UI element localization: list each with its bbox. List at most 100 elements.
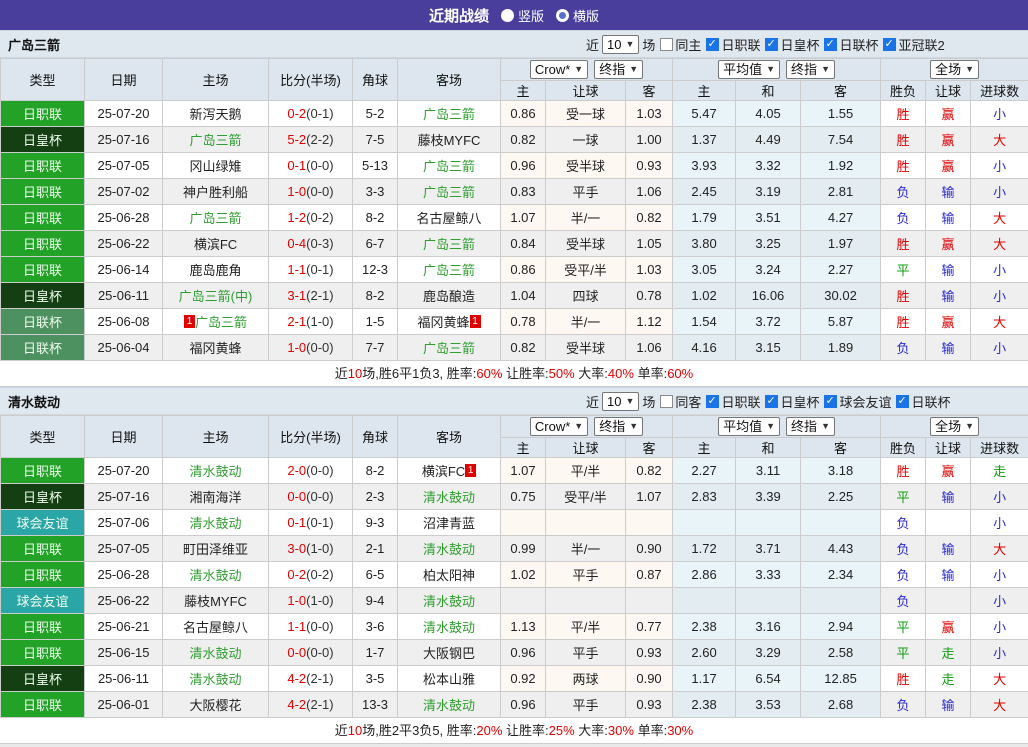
fulltime-score[interactable]: 4-2 (287, 671, 306, 686)
score-cell[interactable]: 1-1(0-1) (269, 257, 353, 283)
home-team-link[interactable]: 广岛三箭 (189, 133, 241, 148)
score-cell[interactable]: 1-0(1-0) (269, 588, 353, 614)
home-team-link[interactable]: 藤枝MYFC (184, 594, 247, 609)
average-mode-select[interactable]: 终指▼ (786, 417, 835, 436)
score-cell[interactable]: 3-0(1-0) (269, 536, 353, 562)
fulltime-score[interactable]: 0-2 (287, 567, 306, 582)
score-cell[interactable]: 2-0(0-0) (269, 458, 353, 484)
fulltime-score[interactable]: 0-1 (287, 158, 306, 173)
home-team-link[interactable]: 名古屋鲸八 (183, 620, 248, 635)
fulltime-score[interactable]: 3-1 (287, 288, 306, 303)
score-cell[interactable]: 0-1(0-0) (269, 153, 353, 179)
layout-radio-horizontal[interactable]: 横版 (556, 6, 599, 25)
home-team-link[interactable]: 横滨FC (194, 237, 237, 252)
home-team-link[interactable]: 广岛三箭 (195, 315, 247, 330)
average-select[interactable]: 平均值▼ (718, 417, 780, 436)
fulltime-score[interactable]: 2-0 (287, 463, 306, 478)
odds-company-select[interactable]: Crow*▼ (530, 417, 588, 436)
home-team-link[interactable]: 清水鼓动 (189, 646, 241, 661)
score-cell[interactable]: 0-1(0-1) (269, 510, 353, 536)
league-filter-checkbox[interactable]: 亚冠联2 (883, 35, 944, 54)
home-team-link[interactable]: 湘南海洋 (189, 490, 241, 505)
league-filter-checkbox[interactable]: 日职联 (706, 392, 760, 411)
away-team-link[interactable]: 柏太阳神 (423, 568, 475, 583)
odds-company-select[interactable]: Crow*▼ (530, 60, 588, 79)
fulltime-score[interactable]: 2-1 (287, 314, 306, 329)
home-team-link[interactable]: 冈山绿雉 (189, 159, 241, 174)
fulltime-score[interactable]: 0-1 (287, 515, 306, 530)
fulltime-score[interactable]: 5-2 (287, 132, 306, 147)
away-team-link[interactable]: 清水鼓动 (423, 620, 475, 635)
league-filter-checkbox[interactable]: 球会友谊 (824, 392, 891, 411)
match-count-select[interactable]: 10▼ (602, 35, 639, 54)
scope-select[interactable]: 全场▼ (930, 60, 979, 79)
home-team-link[interactable]: 神户胜利船 (183, 185, 248, 200)
odds-mode-select[interactable]: 终指▼ (594, 417, 643, 436)
same-venue-checkbox[interactable]: 同客 (660, 392, 701, 411)
home-team-link[interactable]: 福冈黄蜂 (189, 341, 241, 356)
away-team-link[interactable]: 广岛三箭 (423, 185, 475, 200)
away-team-link[interactable]: 广岛三箭 (423, 341, 475, 356)
home-team-link[interactable]: 鹿岛鹿角 (189, 263, 241, 278)
fulltime-score[interactable]: 1-1 (287, 619, 306, 634)
average-select[interactable]: 平均值▼ (718, 60, 780, 79)
away-team-link[interactable]: 福冈黄蜂 (417, 315, 469, 330)
score-cell[interactable]: 1-0(0-0) (269, 335, 353, 361)
same-venue-checkbox[interactable]: 同主 (660, 35, 701, 54)
fulltime-score[interactable]: 1-0 (287, 593, 306, 608)
home-team-link[interactable]: 町田泽维亚 (183, 542, 248, 557)
score-cell[interactable]: 1-1(0-0) (269, 614, 353, 640)
fulltime-score[interactable]: 1-2 (287, 210, 306, 225)
score-cell[interactable]: 0-0(0-0) (269, 640, 353, 666)
score-cell[interactable]: 1-0(0-0) (269, 179, 353, 205)
home-team-link[interactable]: 广岛三箭 (189, 211, 241, 226)
away-team-link[interactable]: 广岛三箭 (423, 159, 475, 174)
score-cell[interactable]: 4-2(2-1) (269, 692, 353, 718)
league-filter-checkbox[interactable]: 日联杯 (896, 392, 950, 411)
average-mode-select[interactable]: 终指▼ (786, 60, 835, 79)
home-team-link[interactable]: 清水鼓动 (189, 464, 241, 479)
away-team-link[interactable]: 广岛三箭 (423, 237, 475, 252)
layout-radio-vertical[interactable]: 竖版 (501, 6, 544, 25)
fulltime-score[interactable]: 4-2 (287, 697, 306, 712)
away-team-link[interactable]: 沼津青蓝 (423, 516, 475, 531)
score-cell[interactable]: 4-2(2-1) (269, 666, 353, 692)
score-cell[interactable]: 3-1(2-1) (269, 283, 353, 309)
fulltime-score[interactable]: 0-0 (287, 489, 306, 504)
away-team-link[interactable]: 藤枝MYFC (418, 133, 481, 148)
score-cell[interactable]: 2-1(1-0) (269, 309, 353, 335)
score-cell[interactable]: 5-2(2-2) (269, 127, 353, 153)
home-team-link[interactable]: 广岛三箭(中) (179, 289, 253, 304)
league-filter-checkbox[interactable]: 日职联 (706, 35, 760, 54)
home-team-link[interactable]: 清水鼓动 (189, 516, 241, 531)
fulltime-score[interactable]: 0-4 (287, 236, 306, 251)
home-team-link[interactable]: 清水鼓动 (189, 568, 241, 583)
away-team-link[interactable]: 松本山雅 (423, 672, 475, 687)
home-team-link[interactable]: 新泻天鹅 (189, 107, 241, 122)
away-team-link[interactable]: 广岛三箭 (423, 107, 475, 122)
away-team-link[interactable]: 清水鼓动 (423, 542, 475, 557)
scope-select[interactable]: 全场▼ (930, 417, 979, 436)
score-cell[interactable]: 0-2(0-2) (269, 562, 353, 588)
league-filter-checkbox[interactable]: 日皇杯 (765, 35, 819, 54)
fulltime-score[interactable]: 1-0 (287, 184, 306, 199)
away-team-link[interactable]: 鹿岛酿造 (423, 289, 475, 304)
fulltime-score[interactable]: 3-0 (287, 541, 306, 556)
home-team-link[interactable]: 清水鼓动 (189, 672, 241, 687)
score-cell[interactable]: 1-2(0-2) (269, 205, 353, 231)
match-count-select[interactable]: 10▼ (602, 392, 639, 411)
away-team-link[interactable]: 横滨FC (422, 464, 465, 479)
fulltime-score[interactable]: 0-2 (287, 106, 306, 121)
fulltime-score[interactable]: 0-0 (287, 645, 306, 660)
score-cell[interactable]: 0-0(0-0) (269, 484, 353, 510)
score-cell[interactable]: 0-2(0-1) (269, 101, 353, 127)
league-filter-checkbox[interactable]: 日皇杯 (765, 392, 819, 411)
fulltime-score[interactable]: 1-1 (287, 262, 306, 277)
away-team-link[interactable]: 清水鼓动 (423, 490, 475, 505)
league-filter-checkbox[interactable]: 日联杯 (824, 35, 878, 54)
away-team-link[interactable]: 广岛三箭 (423, 263, 475, 278)
fulltime-score[interactable]: 1-0 (287, 340, 306, 355)
away-team-link[interactable]: 清水鼓动 (423, 698, 475, 713)
away-team-link[interactable]: 大阪钢巴 (423, 646, 475, 661)
home-team-link[interactable]: 大阪樱花 (189, 698, 241, 713)
